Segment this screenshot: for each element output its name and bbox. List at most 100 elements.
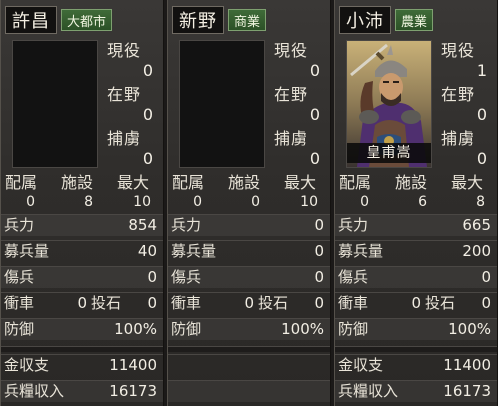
defense-value: 100% bbox=[448, 320, 491, 338]
gold-income-label: 金収支 bbox=[338, 356, 384, 374]
section-divider bbox=[1, 346, 163, 352]
unemployed-officers-label: 在野 bbox=[274, 85, 309, 104]
siege-row: 衝車 0 投石 0 bbox=[335, 292, 497, 314]
ram-label: 衝車 bbox=[338, 294, 369, 312]
captive-officers-label: 捕虜 bbox=[441, 129, 476, 148]
active-officers-value: 0 bbox=[309, 61, 320, 80]
troops-label: 兵力 bbox=[338, 216, 369, 234]
recruits-label: 募兵量 bbox=[338, 242, 384, 260]
max-value: 8 bbox=[476, 194, 485, 210]
facilities-label: 施設 bbox=[228, 173, 261, 192]
gold-income-row: 金収支 11400 bbox=[1, 354, 163, 376]
general-portrait-empty[interactable] bbox=[179, 40, 265, 168]
food-income-row bbox=[168, 380, 330, 402]
general-portrait[interactable]: 皇甫嵩 bbox=[346, 40, 432, 168]
troops-label: 兵力 bbox=[4, 216, 35, 234]
siege-row: 衝車 0 投石 0 bbox=[1, 292, 163, 314]
city-type-badge: 農業 bbox=[395, 9, 434, 31]
defense-row: 防御 100% bbox=[1, 318, 163, 340]
food-income-label: 兵糧収入 bbox=[338, 382, 399, 400]
active-officers-label: 現役 bbox=[107, 41, 142, 60]
max-label: 最大 bbox=[284, 173, 317, 192]
recruits-row: 募兵量 0 bbox=[168, 240, 330, 262]
troops-value: 0 bbox=[314, 216, 324, 234]
troops-row: 兵力 854 bbox=[1, 214, 163, 236]
food-income-value: 16173 bbox=[443, 382, 491, 400]
catapult-label: 投石 bbox=[91, 294, 122, 312]
wounded-value: 0 bbox=[314, 268, 324, 286]
gold-income-value: 11400 bbox=[443, 356, 491, 374]
catapult-label: 投石 bbox=[258, 294, 289, 312]
ram-label: 衝車 bbox=[171, 294, 202, 312]
recruits-row: 募兵量 40 bbox=[1, 240, 163, 262]
facilities-value: 0 bbox=[251, 194, 260, 210]
active-officers-label: 現役 bbox=[274, 41, 309, 60]
defense-label: 防御 bbox=[171, 320, 202, 338]
wounded-row: 傷兵 0 bbox=[1, 266, 163, 288]
troops-value: 854 bbox=[128, 216, 157, 234]
active-officers-label: 現役 bbox=[441, 41, 476, 60]
assigned-label: 配属 bbox=[339, 173, 372, 192]
wounded-row: 傷兵 0 bbox=[168, 266, 330, 288]
city-panel-xiaopei[interactable]: 小沛 農業 皇甫嵩 現役 1 在野 0 捕虜 0 配属 施設 最大 0 6 8 … bbox=[334, 0, 498, 406]
ram-value: 0 bbox=[77, 294, 87, 312]
general-name: 皇甫嵩 bbox=[347, 143, 431, 163]
section-divider bbox=[335, 346, 497, 352]
siege-row: 衝車 0 投石 0 bbox=[168, 292, 330, 314]
catapult-value: 0 bbox=[147, 294, 157, 312]
troops-value: 665 bbox=[462, 216, 491, 234]
recruits-label: 募兵量 bbox=[4, 242, 50, 260]
gold-income-value: 11400 bbox=[109, 356, 157, 374]
assigned-label: 配属 bbox=[5, 173, 38, 192]
section-divider bbox=[168, 346, 330, 352]
max-label: 最大 bbox=[117, 173, 150, 192]
defense-value: 100% bbox=[114, 320, 157, 338]
unemployed-officers-label: 在野 bbox=[107, 85, 142, 104]
facilities-value: 8 bbox=[84, 194, 93, 210]
facilities-label: 施設 bbox=[395, 173, 428, 192]
unemployed-officers-value: 0 bbox=[142, 105, 153, 124]
wounded-label: 傷兵 bbox=[171, 268, 202, 286]
city-panel-xinye[interactable]: 新野 商業 現役 0 在野 0 捕虜 0 配属 施設 最大 0 0 10 兵力 … bbox=[167, 0, 331, 406]
ram-value: 0 bbox=[411, 294, 421, 312]
facilities-label: 施設 bbox=[61, 173, 94, 192]
food-income-row: 兵糧収入 16173 bbox=[335, 380, 497, 402]
max-value: 10 bbox=[300, 194, 318, 210]
wounded-label: 傷兵 bbox=[4, 268, 35, 286]
assigned-value: 0 bbox=[193, 194, 202, 210]
city-name[interactable]: 許昌 bbox=[5, 6, 57, 34]
wounded-label: 傷兵 bbox=[338, 268, 369, 286]
general-portrait-empty[interactable] bbox=[12, 40, 98, 168]
city-type-badge: 大都市 bbox=[61, 9, 113, 31]
gold-income-row bbox=[168, 354, 330, 376]
city-panel-xuchang[interactable]: 許昌 大都市 現役 0 在野 0 捕虜 0 配属 施設 最大 0 8 10 兵力… bbox=[0, 0, 164, 406]
assigned-label: 配属 bbox=[172, 173, 205, 192]
city-title-row: 小沛 農業 bbox=[339, 6, 434, 34]
captive-officers-label: 捕虜 bbox=[107, 129, 142, 148]
captive-officers-label: 捕虜 bbox=[274, 129, 309, 148]
catapult-value: 0 bbox=[481, 294, 491, 312]
troops-row: 兵力 0 bbox=[168, 214, 330, 236]
troops-row: 兵力 665 bbox=[335, 214, 497, 236]
city-title-row: 新野 商業 bbox=[172, 6, 267, 34]
catapult-value: 0 bbox=[314, 294, 324, 312]
ram-value: 0 bbox=[244, 294, 254, 312]
gold-income-row: 金収支 11400 bbox=[335, 354, 497, 376]
wounded-value: 0 bbox=[481, 268, 491, 286]
recruits-row: 募兵量 200 bbox=[335, 240, 497, 262]
captive-officers-value: 0 bbox=[476, 149, 487, 168]
active-officers-value: 1 bbox=[476, 61, 487, 80]
city-name[interactable]: 新野 bbox=[172, 6, 224, 34]
captive-officers-value: 0 bbox=[309, 149, 320, 168]
wounded-value: 0 bbox=[147, 268, 157, 286]
unemployed-officers-value: 0 bbox=[476, 105, 487, 124]
catapult-label: 投石 bbox=[425, 294, 456, 312]
assigned-value: 0 bbox=[26, 194, 35, 210]
gold-income-label: 金収支 bbox=[4, 356, 50, 374]
defense-label: 防御 bbox=[338, 320, 369, 338]
defense-value: 100% bbox=[281, 320, 324, 338]
unemployed-officers-value: 0 bbox=[309, 105, 320, 124]
city-name[interactable]: 小沛 bbox=[339, 6, 391, 34]
ram-label: 衝車 bbox=[4, 294, 35, 312]
recruits-value: 0 bbox=[314, 242, 324, 260]
